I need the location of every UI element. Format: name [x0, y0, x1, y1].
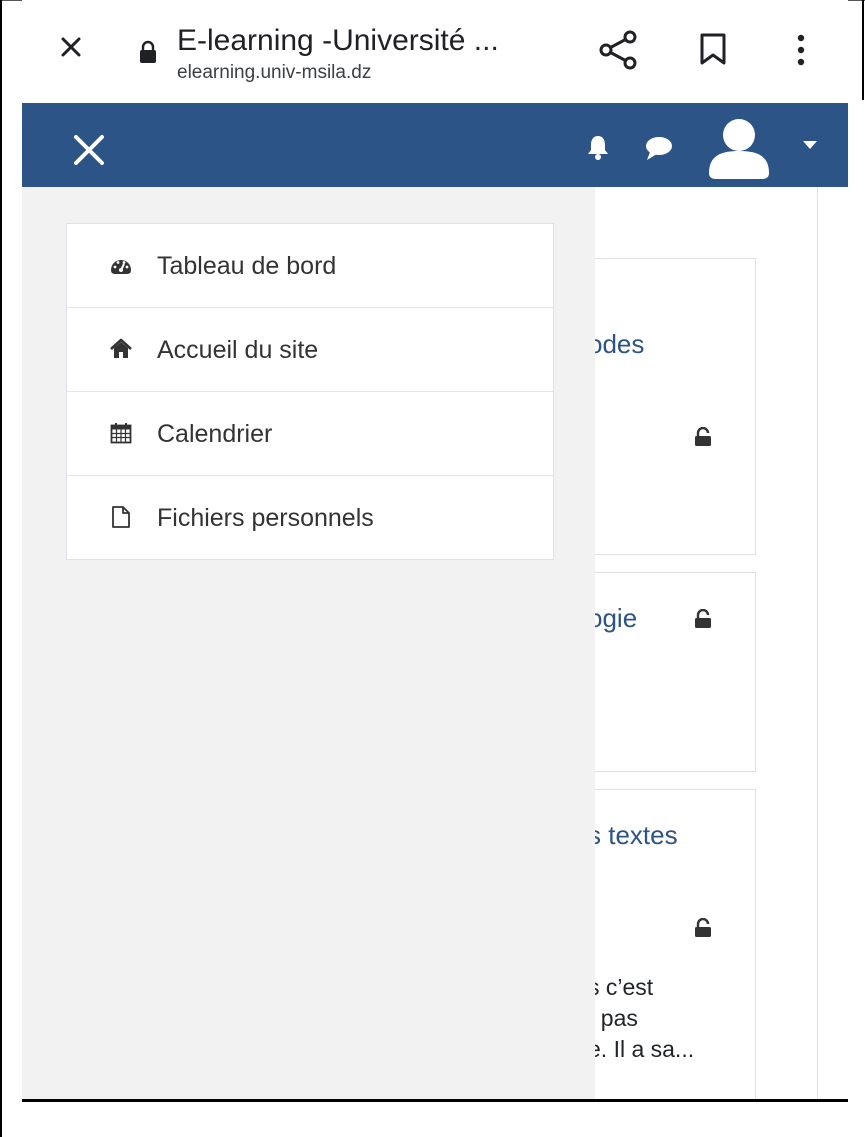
course-title[interactable]: ogie — [588, 603, 637, 634]
share-icon[interactable] — [597, 28, 641, 72]
nav-item-calendar[interactable]: Calendrier — [67, 392, 553, 476]
nav-item-home[interactable]: Accueil du site — [67, 308, 553, 392]
calendar-icon — [110, 423, 132, 444]
unlock-icon — [695, 609, 711, 628]
nav-item-label: Tableau de bord — [157, 252, 337, 280]
nav-item-dashboard[interactable]: Tableau de bord — [67, 224, 553, 308]
course-title[interactable]: odes — [588, 329, 644, 360]
user-avatar-icon[interactable] — [704, 111, 774, 181]
unlock-icon — [695, 918, 711, 937]
nav-drawer-list: Tableau de bord Accueil du site Calendri… — [66, 223, 554, 560]
close-drawer-icon[interactable] — [72, 133, 106, 167]
frame-left-border — [0, 0, 2, 1137]
nav-drawer: Tableau de bord Accueil du site Calendri… — [22, 187, 595, 1099]
course-summary-line: t pas — [588, 1005, 638, 1031]
course-summary-line: s c’est — [588, 974, 654, 1000]
notification-bell-icon[interactable] — [585, 133, 611, 161]
chevron-down-icon[interactable] — [803, 141, 817, 149]
browser-toolbar: E-learning -Université ... elearning.uni… — [22, 0, 848, 103]
nav-item-label: Fichiers personnels — [157, 504, 374, 532]
more-options-icon[interactable] — [792, 32, 810, 68]
page-title[interactable]: E-learning -Université ... — [177, 24, 499, 58]
course-summary-line: e. Il a sa... — [588, 1036, 695, 1062]
home-icon — [110, 338, 132, 358]
lock-icon — [140, 40, 156, 63]
frame-bottom-border — [22, 1099, 848, 1102]
frame-right-border — [862, 0, 864, 100]
nav-item-label: Calendrier — [157, 420, 273, 448]
page-url[interactable]: elearning.univ-msila.dz — [177, 62, 371, 84]
content-divider — [817, 187, 818, 1099]
course-title[interactable]: s textes — [588, 820, 678, 851]
nav-item-label: Accueil du site — [157, 336, 319, 364]
file-icon — [112, 506, 130, 528]
dashboard-icon — [111, 260, 131, 274]
messages-icon[interactable] — [644, 135, 674, 161]
site-navbar — [22, 103, 848, 187]
close-tab-icon[interactable] — [54, 30, 88, 64]
bookmark-icon[interactable] — [698, 32, 728, 66]
nav-item-private-files[interactable]: Fichiers personnels — [67, 476, 553, 559]
unlock-icon — [695, 427, 711, 446]
